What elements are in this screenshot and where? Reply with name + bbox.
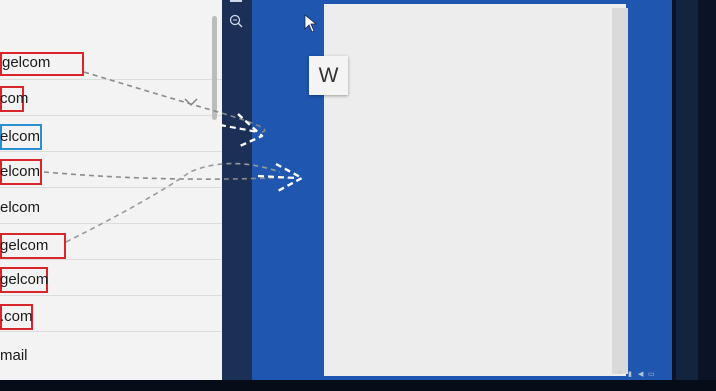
contact-row[interactable]: gelcom — [0, 260, 222, 296]
contact-row[interactable]: mail — [0, 332, 222, 368]
contact-row-label: elcom — [0, 163, 41, 180]
side-toolbar — [222, 0, 252, 380]
contact-row-label: gelcom — [2, 54, 51, 71]
system-tray: ^ ▮ ◀ ▭ ▯ — [612, 368, 716, 382]
zoom-icon[interactable] — [228, 13, 244, 29]
contact-list-panel: gelcom com elcom elcom elcom gelcom gelc… — [0, 0, 222, 380]
contact-row-label: gelcom — [0, 237, 49, 254]
scrollbar-thumb[interactable] — [212, 16, 217, 120]
tray-network-icon[interactable]: ▮ — [628, 368, 632, 382]
contact-row-label: .com — [0, 308, 33, 325]
contact-row[interactable]: elcom — [0, 152, 222, 188]
contact-row-label: mail — [0, 347, 28, 364]
contact-row[interactable]: gelcom — [0, 44, 222, 80]
contact-row[interactable]: elcom — [0, 116, 222, 152]
tray-battery-icon[interactable]: ▭ — [648, 368, 655, 382]
chevron-down-icon[interactable] — [184, 95, 198, 109]
document-edge — [612, 8, 628, 374]
word-app-tile[interactable]: W — [309, 56, 348, 95]
contact-row-label: elcom — [0, 199, 41, 216]
tray-chevron-icon[interactable]: ^ — [618, 368, 621, 382]
contact-row-label: com — [0, 90, 29, 107]
monitor-bezel-bottom — [0, 380, 716, 391]
contact-row[interactable]: .com — [0, 296, 222, 332]
contact-row[interactable]: elcom — [0, 188, 222, 224]
document-page[interactable] — [324, 4, 626, 376]
contact-row-label: gelcom — [0, 271, 49, 288]
contact-row[interactable]: gelcom — [0, 224, 222, 260]
contact-row-label: elcom — [0, 128, 41, 145]
mouse-pointer-icon — [304, 14, 318, 33]
tray-sound-icon[interactable]: ◀ — [638, 368, 643, 382]
menu-icon[interactable] — [230, 0, 242, 2]
right-sidebar-overlay — [676, 0, 698, 380]
